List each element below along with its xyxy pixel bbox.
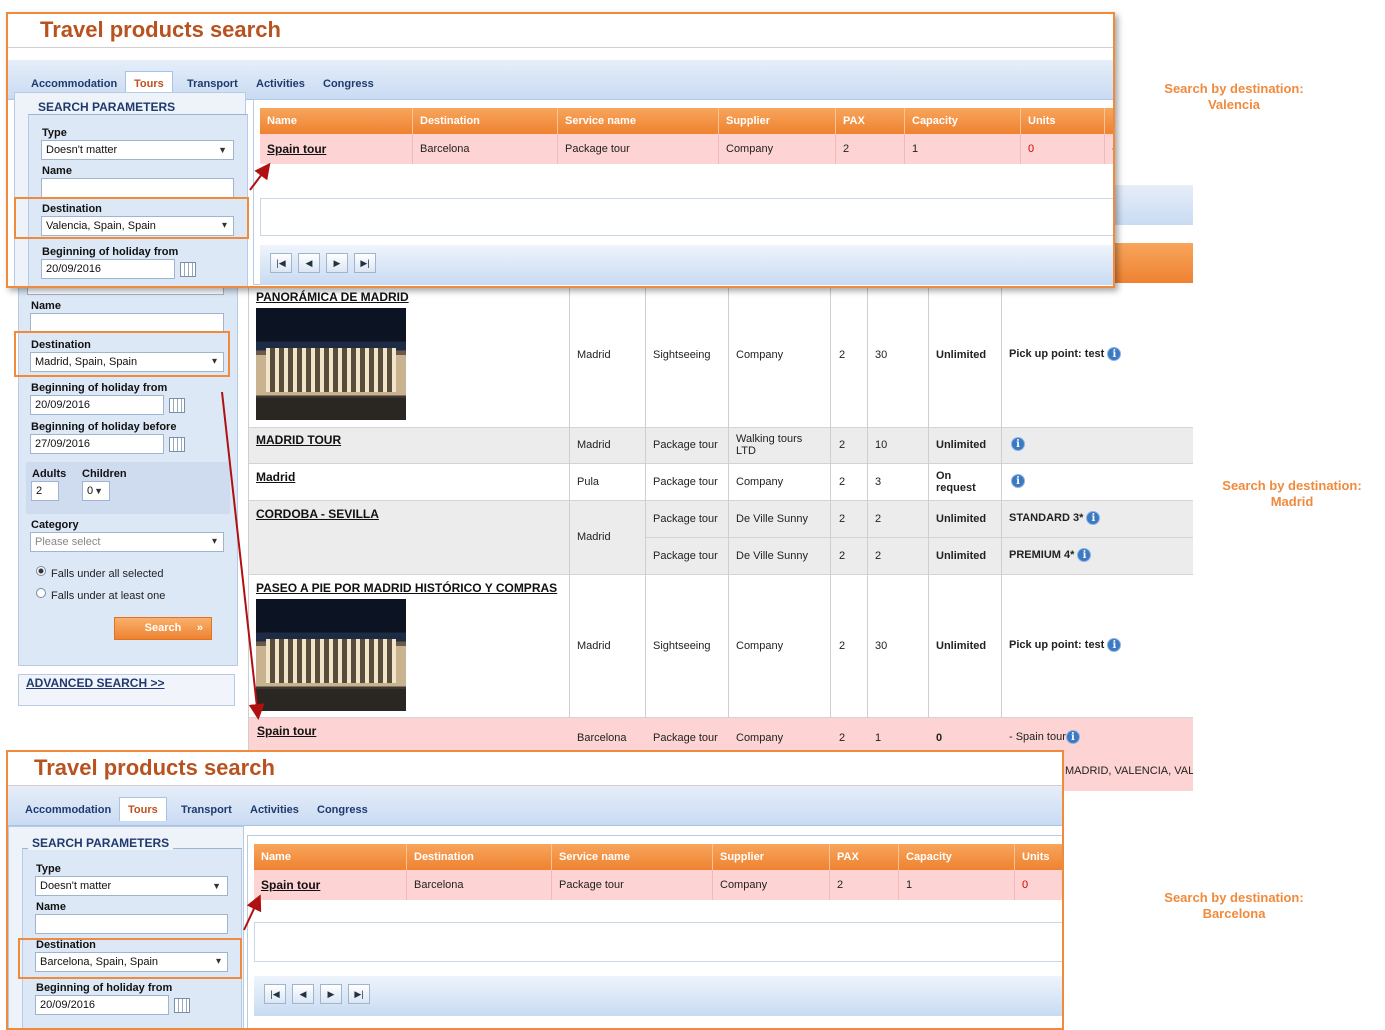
arrow-barcelona <box>243 894 262 931</box>
note-madrid: Search by destination: Madrid <box>1208 478 1376 510</box>
note-line: Search by destination: <box>1164 81 1304 96</box>
note-line: Search by destination: <box>1164 890 1304 905</box>
note-line: Barcelona <box>1202 906 1266 921</box>
note-valencia: Search by destination: Valencia <box>1150 81 1318 113</box>
note-line: Search by destination: <box>1222 478 1362 493</box>
annotation-arrows <box>221 162 271 931</box>
note-barcelona: Search by destination: Barcelona <box>1150 890 1318 922</box>
note-line: Valencia <box>1207 97 1261 112</box>
arrow-valencia <box>249 162 271 191</box>
note-line: Madrid <box>1270 494 1314 509</box>
arrow-madrid <box>221 391 265 720</box>
